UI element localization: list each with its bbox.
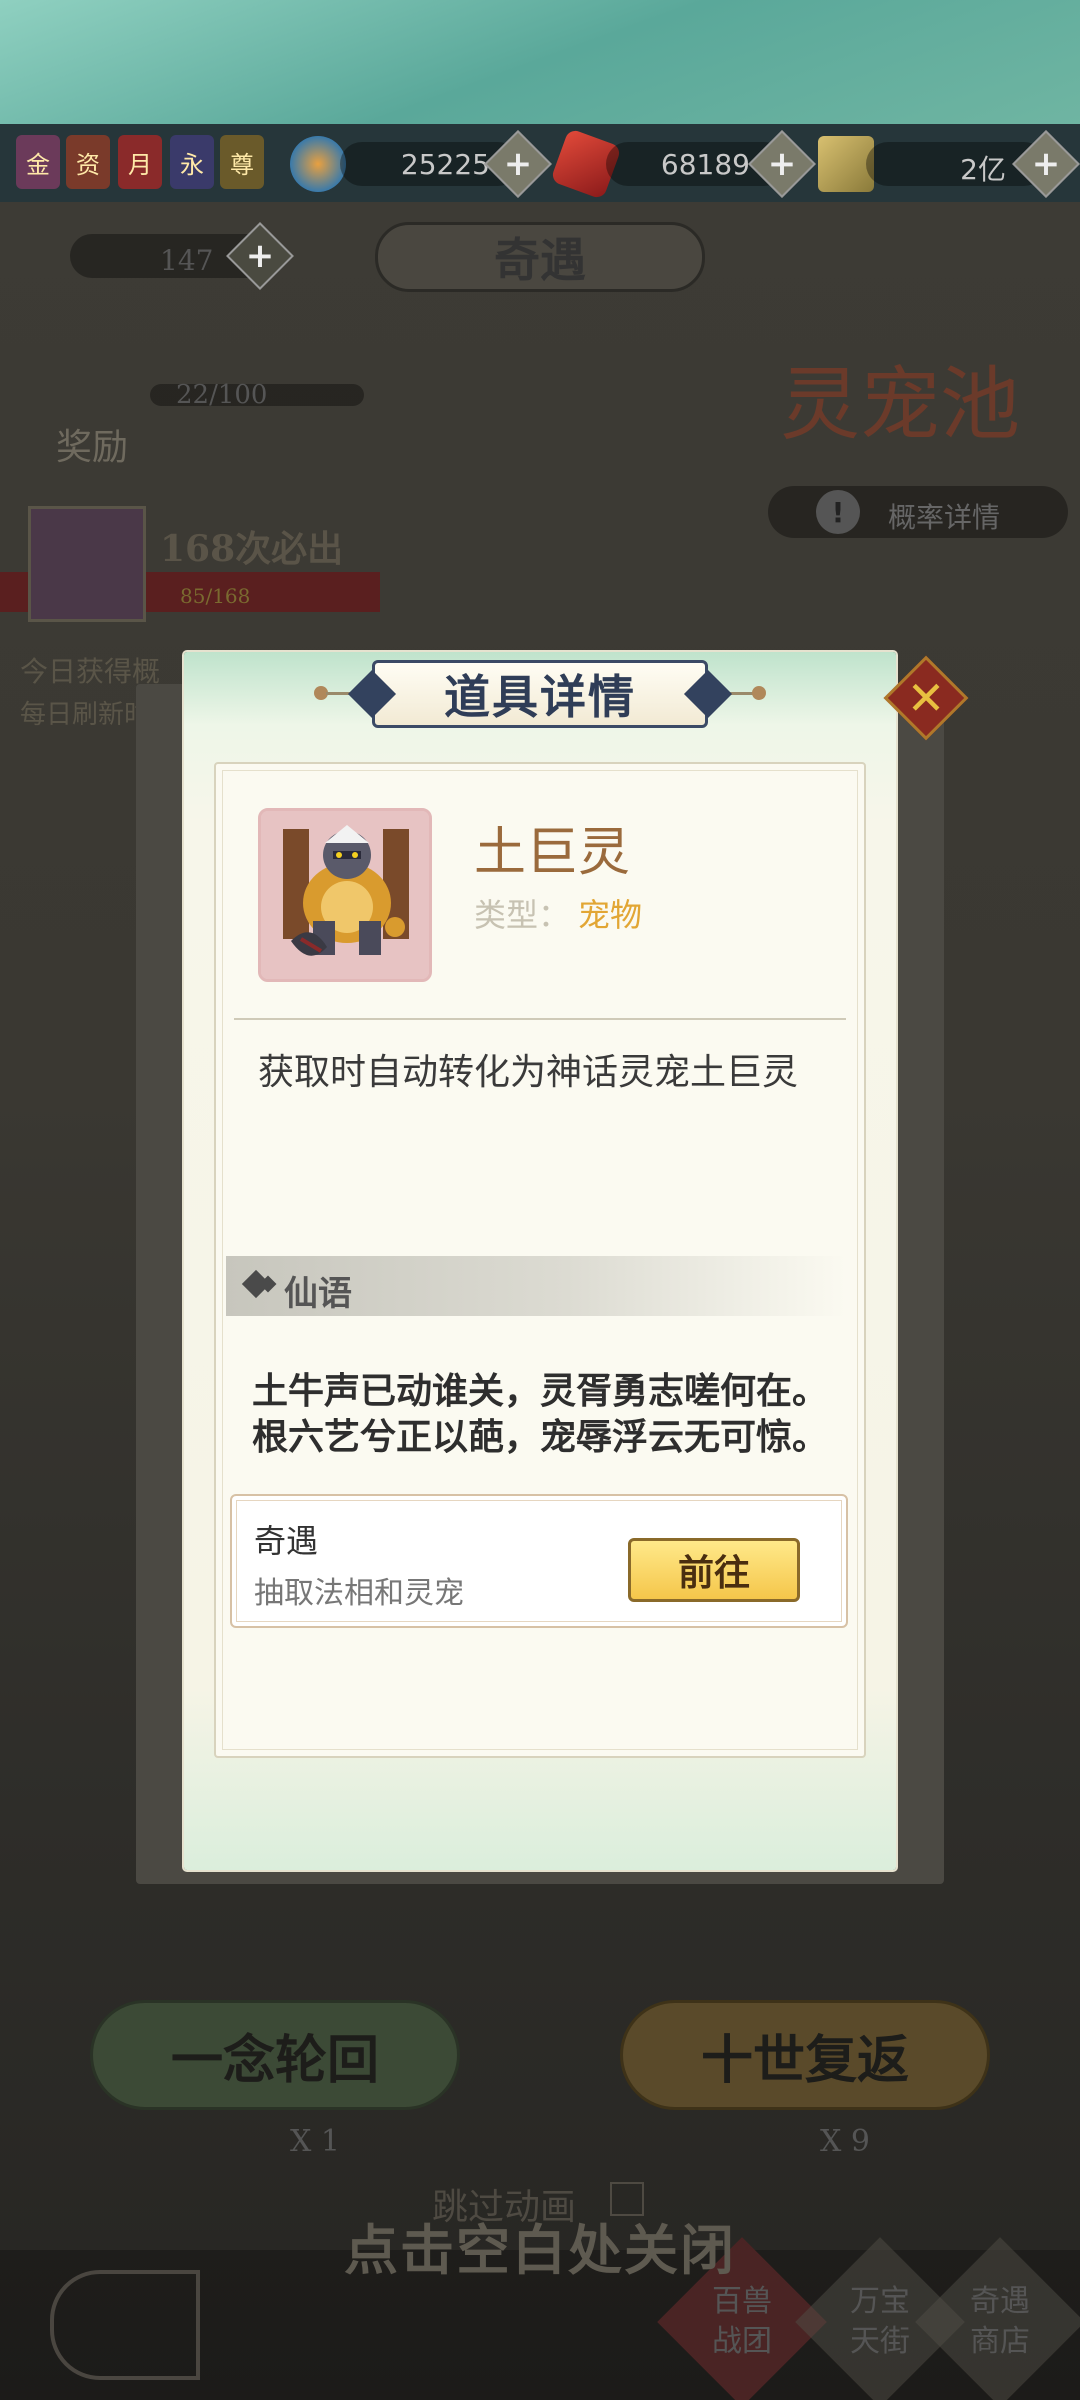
plus-icon: + [503,144,533,184]
go-button[interactable]: 前往 [628,1538,800,1602]
modal-title: 道具详情 [444,670,636,724]
page-title-plate: 奇遇 [375,222,705,292]
plus-icon: + [767,144,797,184]
draw-once-cost: X 1 [290,2124,340,2159]
close-hint: 点击空白处关闭 [344,2218,736,2282]
lore-line-1: 土牛声已动谁关，灵胥勇志嗟何在。 [251,1370,828,1412]
close-icon: ✕ [906,671,946,725]
guarantee-label: 168次必出 [160,528,344,570]
vip-badge-zi[interactable]: 资 [66,135,110,189]
vip-badge-gold[interactable]: 金 [16,135,60,189]
guarantee-progress: 85/168 [180,584,251,608]
earth-giant-pet-icon [261,811,429,979]
spirit-stone-icon [290,136,346,192]
details-divider [234,1018,846,1020]
lore-line-2: 根六艺兮正以葩，宠辱浮云无可惊。 [251,1416,828,1458]
source-title: 奇遇 [254,1522,319,1560]
red-gem-value: 68189 [660,148,750,181]
header-ornament-right [752,686,766,700]
plus-icon: + [1031,144,1061,184]
draw-ten-cost: X 9 [820,2124,870,2159]
draw-ten-label: 十世复返 [700,2029,909,2091]
page-title: 奇遇 [494,233,586,287]
reward-label[interactable]: 奖励 [56,418,128,470]
pool-title: 灵宠池 [780,358,1020,451]
exclamation-icon: ! [816,490,860,534]
modal-header: 道具详情 [372,660,708,728]
progress-text: 22/100 [176,380,268,410]
vip-badge-month[interactable]: 月 [118,135,162,189]
vip-badge-honor[interactable]: 尊 [220,135,264,189]
go-button-label: 前往 [677,1552,750,1594]
back-arrow-icon[interactable] [50,2270,200,2380]
guarantee-pet-avatar[interactable] [28,506,146,622]
spirit-stone-value: 25225 [400,148,490,181]
draw-once-label: 一念轮回 [170,2029,379,2091]
probability-details-label: 概率详情 [888,501,1001,534]
item-name: 土巨灵 [474,823,631,883]
item-type-label: 类型： [474,896,571,934]
item-type-value: 宠物 [578,896,643,934]
probability-details-button[interactable]: ! 概率详情 [768,486,1068,538]
draw-once-button[interactable]: 一念轮回 [90,2000,460,2110]
vip-badge-forever[interactable]: 永 [170,135,214,189]
source-subtitle: 抽取法相和灵宠 [254,1576,464,1611]
draw-ten-button[interactable]: 十世复返 [620,2000,990,2110]
item-description: 获取时自动转化为神话灵宠土巨灵 [258,1052,799,1093]
top-scenery [0,0,1080,124]
scroll-value: 2亿 [960,153,1006,186]
lore-section-title: 仙语 [284,1274,352,1314]
today-info-line2: 每日刷新时 [20,700,151,730]
item-portrait [258,808,432,982]
ticket-count: 147 [160,244,214,277]
plus-icon: + [245,236,275,276]
